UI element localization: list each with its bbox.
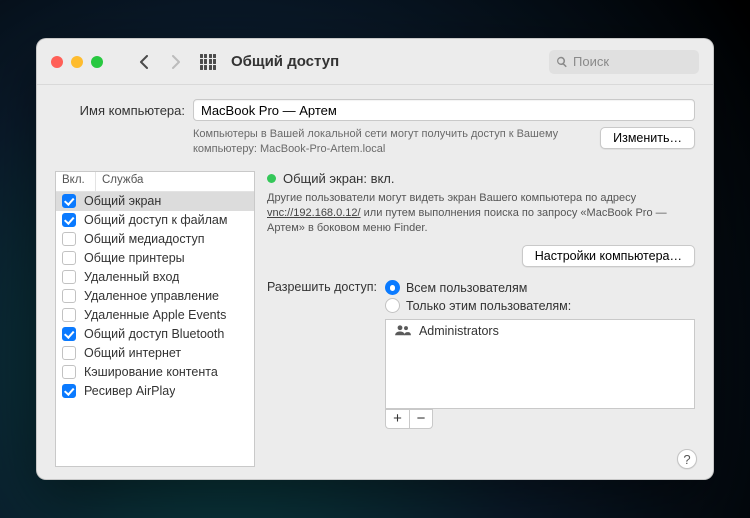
traffic-lights — [51, 56, 103, 68]
service-label: Общие принтеры — [84, 251, 185, 265]
radio-all-users[interactable]: Всем пользователям — [385, 279, 695, 297]
user-name: Administrators — [419, 324, 499, 338]
service-row[interactable]: Ресивер AirPlay — [56, 382, 254, 401]
radio-dot-icon — [385, 298, 400, 313]
service-label: Общий интернет — [84, 346, 181, 360]
service-checkbox[interactable] — [62, 308, 76, 322]
add-user-button[interactable]: + — [385, 409, 409, 429]
search-icon — [556, 56, 568, 68]
service-row[interactable]: Кэширование контента — [56, 363, 254, 382]
window-title: Общий доступ — [231, 53, 339, 70]
service-label: Общий экран — [84, 194, 161, 208]
service-row[interactable]: Удаленный вход — [56, 268, 254, 287]
service-checkbox[interactable] — [62, 327, 76, 341]
prefs-window: Общий доступ Поиск Имя компьютера: Компь… — [36, 38, 714, 480]
service-row[interactable]: Общий доступ к файлам — [56, 211, 254, 230]
service-checkbox[interactable] — [62, 232, 76, 246]
edit-button[interactable]: Изменить… — [600, 127, 695, 149]
users-icon — [394, 323, 412, 340]
column-on[interactable]: Вкл. — [56, 172, 96, 191]
service-row[interactable]: Удаленные Apple Events — [56, 306, 254, 325]
service-checkbox[interactable] — [62, 365, 76, 379]
column-service[interactable]: Служба — [96, 172, 254, 191]
computer-name-field[interactable] — [193, 99, 695, 121]
computer-name-label: Имя компьютера: — [55, 103, 185, 118]
remove-user-button[interactable]: − — [409, 409, 433, 429]
service-row[interactable]: Общий медиадоступ — [56, 230, 254, 249]
content: Имя компьютера: Компьютеры в Вашей локал… — [37, 85, 713, 479]
help-button[interactable]: ? — [677, 449, 697, 469]
users-list[interactable]: Administrators — [385, 319, 695, 409]
status-dot-icon — [267, 174, 276, 183]
show-all-button[interactable] — [197, 52, 219, 72]
search-input[interactable]: Поиск — [549, 50, 699, 74]
service-checkbox[interactable] — [62, 251, 76, 265]
service-label: Общий доступ Bluetooth — [84, 327, 224, 341]
radio-dot-icon — [385, 280, 400, 295]
service-label: Ресивер AirPlay — [84, 384, 175, 398]
minimize-icon[interactable] — [71, 56, 83, 68]
service-row[interactable]: Общие принтеры — [56, 249, 254, 268]
service-row[interactable]: Общий доступ Bluetooth — [56, 325, 254, 344]
service-row[interactable]: Общий интернет — [56, 344, 254, 363]
computer-settings-button[interactable]: Настройки компьютера… — [522, 245, 695, 267]
service-label: Удаленное управление — [84, 289, 219, 303]
computer-name-description: Компьютеры в Вашей локальной сети могут … — [193, 127, 592, 157]
services-list: Вкл. Служба Общий экран Общий доступ к фа… — [55, 171, 255, 467]
grid-icon — [200, 54, 216, 70]
service-checkbox[interactable] — [62, 270, 76, 284]
service-checkbox[interactable] — [62, 289, 76, 303]
search-placeholder: Поиск — [573, 54, 609, 69]
titlebar: Общий доступ Поиск — [37, 39, 713, 85]
status-title: Общий экран: вкл. — [283, 171, 395, 186]
close-icon[interactable] — [51, 56, 63, 68]
service-detail: Общий экран: вкл. Другие пользователи мо… — [267, 171, 695, 467]
zoom-icon[interactable] — [91, 56, 103, 68]
service-label: Общий медиадоступ — [84, 232, 204, 246]
service-checkbox[interactable] — [62, 346, 76, 360]
service-label: Удаленный вход — [84, 270, 179, 284]
service-checkbox[interactable] — [62, 213, 76, 227]
service-row[interactable]: Удаленное управление — [56, 287, 254, 306]
radio-only-users[interactable]: Только этим пользователям: — [385, 297, 695, 315]
vnc-link[interactable]: vnc://192.168.0.12/ — [267, 207, 361, 219]
service-label: Общий доступ к файлам — [84, 213, 227, 227]
status-info: Другие пользователи могут видеть экран В… — [267, 191, 695, 237]
service-checkbox[interactable] — [62, 194, 76, 208]
user-row[interactable]: Administrators — [386, 320, 694, 343]
back-button[interactable] — [133, 52, 155, 72]
service-row[interactable]: Общий экран — [56, 192, 254, 211]
forward-button[interactable] — [165, 52, 187, 72]
service-checkbox[interactable] — [62, 384, 76, 398]
service-label: Удаленные Apple Events — [84, 308, 226, 322]
access-label: Разрешить доступ: — [267, 279, 377, 294]
service-label: Кэширование контента — [84, 365, 218, 379]
